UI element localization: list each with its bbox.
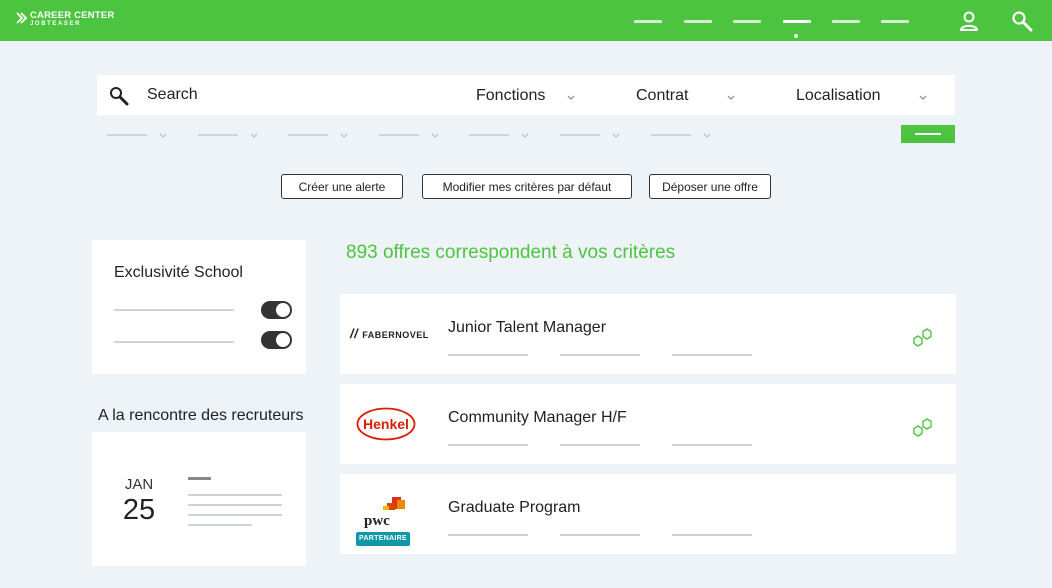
job-title[interactable]: Community Manager H/F [448, 409, 627, 427]
job-meta-line [672, 354, 752, 356]
logo-title: CAREER CENTER [30, 10, 115, 21]
filter-localisation[interactable]: Localisation [796, 87, 881, 105]
chevron-down-icon[interactable] [431, 133, 439, 139]
exclusivity-card: Exclusivité School [92, 240, 306, 374]
subfilter-1[interactable] [107, 134, 147, 136]
chevron-down-icon[interactable] [612, 133, 620, 139]
search-icon [110, 87, 129, 106]
link-icon[interactable] [913, 328, 934, 347]
job-meta-line [448, 534, 528, 536]
nav-item-2[interactable] [684, 20, 712, 23]
toggle-knob [276, 333, 290, 347]
job-meta-line [560, 354, 640, 356]
chevron-down-icon[interactable] [567, 95, 575, 101]
chevron-down-icon[interactable] [521, 133, 529, 139]
nav-item-6[interactable] [881, 20, 909, 23]
exclusivity-option-label [114, 309, 234, 311]
company-logo-pwc: pwc PARTENAIRE [356, 494, 410, 548]
filter-fonctions[interactable]: Fonctions [476, 87, 545, 105]
company-logo-fabernovel: //FABERNOVEL [350, 326, 429, 341]
job-meta-line [672, 534, 752, 536]
chevron-down-icon[interactable] [919, 95, 927, 101]
event-text-line [188, 494, 282, 496]
event-month: JAN [124, 476, 154, 493]
job-meta-line [672, 444, 752, 446]
subfilter-3[interactable] [288, 134, 328, 136]
event-card[interactable]: JAN 25 [92, 432, 306, 566]
subfilter-5[interactable] [469, 134, 509, 136]
logo-mark-icon [16, 12, 28, 24]
subfilter-2[interactable] [198, 134, 238, 136]
search-input[interactable] [147, 83, 397, 107]
nav-item-4-active[interactable] [783, 20, 811, 23]
job-meta-line [448, 354, 528, 356]
chevron-down-icon[interactable] [703, 133, 711, 139]
job-card[interactable]: Henkel Community Manager H/F [340, 384, 956, 464]
recruiters-section-title: A la rencontre des recruteurs [98, 407, 304, 424]
subfilter-7[interactable] [651, 134, 691, 136]
event-text-line [188, 514, 282, 516]
top-nav-bar: CAREER CENTER JOBTEASER [0, 0, 1052, 41]
filter-contrat[interactable]: Contrat [636, 87, 688, 105]
pwc-blocks-icon [383, 497, 405, 510]
nav-item-1[interactable] [634, 20, 662, 23]
job-meta-line [448, 444, 528, 446]
company-name: Henkel [363, 416, 409, 432]
user-icon[interactable] [958, 10, 980, 32]
results-count: 893 offres correspondent à vos critères [346, 242, 676, 263]
chevron-down-icon[interactable] [250, 133, 258, 139]
job-meta-line [560, 534, 640, 536]
logo-subtitle: JOBTEASER [30, 21, 82, 27]
fabernovel-slashes-icon: // [350, 326, 359, 341]
exclusivity-option-label [114, 341, 234, 343]
job-title[interactable]: Junior Talent Manager [448, 319, 606, 337]
apply-filters-button[interactable] [901, 125, 955, 143]
exclusivity-toggle-2[interactable] [261, 331, 292, 349]
search-icon[interactable] [1011, 10, 1033, 32]
job-card[interactable]: pwc PARTENAIRE Graduate Program [340, 474, 956, 554]
company-logo-henkel: Henkel [356, 407, 416, 441]
partner-badge: PARTENAIRE [356, 532, 410, 546]
subfilter-4[interactable] [379, 134, 419, 136]
event-day: 25 [122, 494, 156, 526]
nav-item-3[interactable] [733, 20, 761, 23]
company-name: pwc [364, 513, 390, 529]
exclusivity-toggle-1[interactable] [261, 301, 292, 319]
search-bar: Fonctions Contrat Localisation [97, 75, 955, 115]
exclusivity-title: Exclusivité School [114, 264, 243, 281]
job-title[interactable]: Graduate Program [448, 499, 581, 517]
toggle-knob [276, 303, 290, 317]
post-offer-button[interactable]: Déposer une offre [649, 174, 771, 199]
create-alert-button[interactable]: Créer une alerte [281, 174, 403, 199]
apply-button-label-placeholder [915, 133, 941, 135]
edit-default-criteria-button[interactable]: Modifier mes critères par défaut [422, 174, 632, 199]
nav-item-5[interactable] [832, 20, 860, 23]
event-text-line [188, 524, 252, 526]
link-icon[interactable] [913, 418, 934, 437]
chevron-down-icon[interactable] [340, 133, 348, 139]
event-text-line [188, 504, 282, 506]
job-meta-line [560, 444, 640, 446]
chevron-down-icon[interactable] [159, 133, 167, 139]
active-nav-indicator [794, 34, 798, 38]
chevron-down-icon[interactable] [727, 95, 735, 101]
company-name: FABERNOVEL [362, 330, 429, 340]
subfilter-6[interactable] [560, 134, 600, 136]
job-card[interactable]: //FABERNOVEL Junior Talent Manager [340, 294, 956, 374]
event-heading-placeholder [188, 477, 211, 480]
